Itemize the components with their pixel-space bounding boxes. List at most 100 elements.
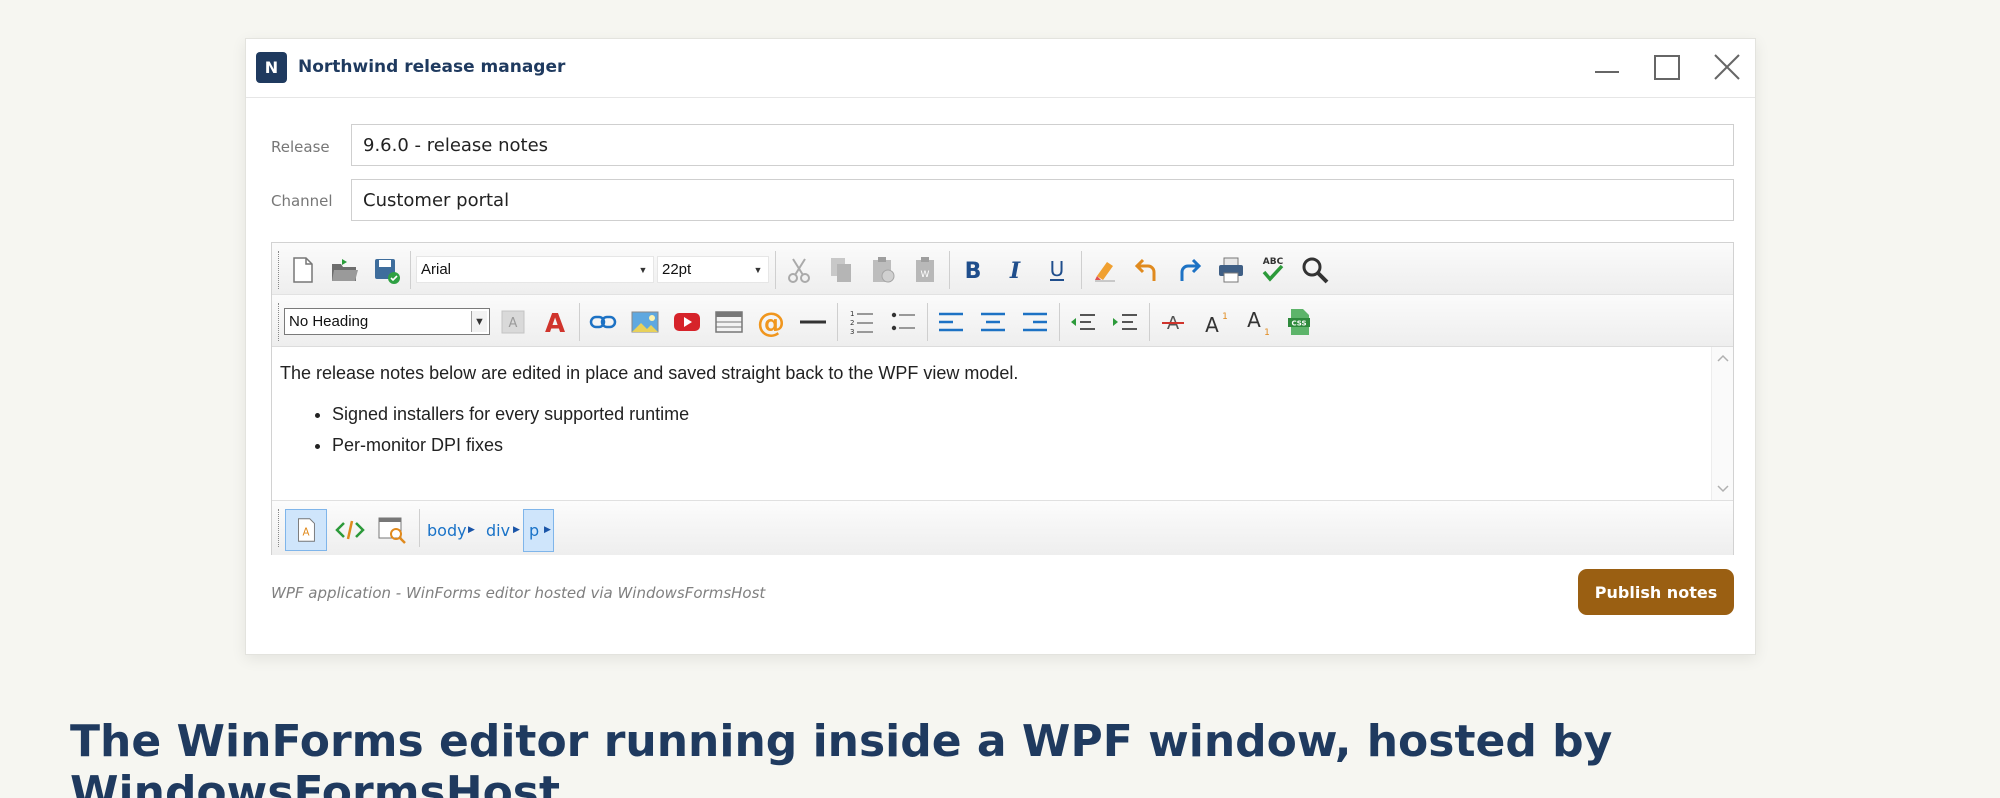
list-item: Per-monitor DPI fixes — [332, 435, 1705, 456]
italic-button[interactable]: I — [997, 253, 1033, 287]
breadcrumb-div[interactable]: div — [486, 521, 510, 540]
align-left-icon[interactable] — [933, 305, 969, 339]
toolbar-row-1: Arial ▼ 22pt ▼ W B I U ABC — [272, 243, 1733, 295]
scroll-up-icon[interactable] — [1715, 351, 1731, 367]
preview-mode-icon — [378, 517, 406, 544]
horizontal-rule-icon[interactable] — [795, 305, 831, 339]
strikethrough-icon[interactable]: A — [1155, 305, 1191, 339]
svg-text:A: A — [1247, 308, 1261, 332]
release-label: Release — [271, 138, 330, 156]
svg-text:1: 1 — [850, 310, 854, 318]
print-icon[interactable] — [1213, 253, 1249, 287]
heading-value: No Heading — [289, 313, 369, 330]
editor-content[interactable]: The release notes below are edited in pl… — [272, 347, 1713, 500]
underline-icon: U — [1050, 257, 1065, 281]
channel-label: Channel — [271, 192, 333, 210]
bold-icon: B — [965, 259, 982, 284]
title-bar[interactable]: N Northwind release manager — [246, 39, 1755, 98]
breadcrumb-p[interactable]: p — [529, 521, 539, 540]
svg-text:2: 2 — [850, 319, 854, 327]
open-folder-icon[interactable] — [326, 253, 362, 287]
align-center-icon[interactable] — [975, 305, 1011, 339]
toolbar-grip[interactable] — [278, 303, 281, 341]
svg-text:A: A — [302, 527, 309, 539]
app-window: N Northwind release manager Release 9.6.… — [245, 38, 1756, 655]
code-mode-icon — [335, 520, 365, 540]
find-icon[interactable] — [1297, 253, 1333, 287]
spell-check-icon[interactable]: ABC — [1255, 253, 1291, 287]
svg-text:1: 1 — [1222, 312, 1228, 322]
svg-text:3: 3 — [850, 328, 854, 336]
paste-from-word-icon[interactable]: W — [907, 253, 943, 287]
font-size-value: 22pt — [662, 261, 692, 278]
svg-text:A: A — [509, 316, 518, 331]
font-name-select[interactable]: Arial ▼ — [416, 256, 654, 283]
redo-icon[interactable] — [1171, 253, 1207, 287]
breadcrumb-body[interactable]: body — [427, 521, 467, 540]
svg-text:W: W — [921, 270, 930, 280]
window-title: Northwind release manager — [298, 57, 566, 77]
document-intro: The release notes below are edited in pl… — [280, 363, 1019, 383]
bullet-list-icon[interactable] — [885, 305, 921, 339]
subscript-icon[interactable]: A1 — [1239, 305, 1275, 339]
table-icon[interactable] — [711, 305, 747, 339]
chevron-down-icon[interactable]: ▼ — [471, 311, 487, 332]
design-mode-button[interactable]: A — [285, 509, 327, 551]
svg-text:A: A — [545, 309, 565, 338]
chevron-down-icon[interactable]: ▼ — [750, 259, 766, 280]
chevron-down-icon[interactable]: ▼ — [635, 259, 651, 280]
font-color-icon[interactable]: A — [537, 305, 573, 339]
breadcrumb-arrow-icon: ▶ — [544, 525, 551, 535]
vertical-scrollbar[interactable] — [1711, 347, 1733, 500]
save-icon[interactable] — [368, 253, 404, 287]
list-item: Signed installers for every supported ru… — [332, 404, 1705, 425]
ordered-list-icon[interactable]: 123 — [843, 305, 879, 339]
font-size-select[interactable]: 22pt ▼ — [657, 256, 769, 283]
footer-note: WPF application - WinForms editor hosted… — [271, 584, 766, 602]
channel-input[interactable]: Customer portal — [351, 179, 1734, 221]
italic-icon: I — [1009, 258, 1021, 284]
publish-notes-button[interactable]: Publish notes — [1578, 569, 1734, 615]
bold-button[interactable]: B — [955, 253, 991, 287]
youtube-icon[interactable] — [669, 305, 705, 339]
breadcrumb-arrow-icon: ▶ — [513, 525, 520, 535]
toolbar-grip[interactable] — [278, 251, 281, 289]
document-bullet-list: Signed installers for every supported ru… — [332, 404, 1705, 456]
close-button[interactable] — [1704, 47, 1748, 87]
minimize-button[interactable] — [1584, 47, 1628, 87]
paste-icon[interactable] — [865, 253, 901, 287]
html-editor: Arial ▼ 22pt ▼ W B I U ABC No Heading ▼ … — [271, 242, 1734, 555]
figure-caption: The WinForms editor running inside a WPF… — [70, 716, 1613, 798]
css-icon[interactable]: CSS — [1281, 305, 1317, 339]
release-input[interactable]: 9.6.0 - release notes — [351, 124, 1734, 166]
breadcrumb-arrow-icon: ▶ — [468, 525, 475, 535]
undo-icon[interactable] — [1129, 253, 1165, 287]
superscript-icon[interactable]: A1 — [1197, 305, 1233, 339]
svg-text:@: @ — [757, 306, 785, 338]
toolbar-row-2: No Heading ▼ A A @ 1 2 3 A A 1 A 1 CSS — [272, 295, 1733, 347]
highlight-color-icon[interactable]: A — [495, 305, 531, 339]
svg-text:CSS: CSS — [1291, 320, 1306, 328]
link-icon[interactable] — [585, 305, 621, 339]
toolbar-grip[interactable] — [278, 509, 281, 547]
app-logo-icon: N — [256, 52, 287, 83]
design-mode-icon: A — [298, 518, 315, 542]
maximize-button[interactable] — [1644, 47, 1688, 87]
outdent-icon[interactable] — [1065, 305, 1101, 339]
heading-select[interactable]: No Heading ▼ — [284, 308, 490, 335]
cut-icon[interactable] — [781, 253, 817, 287]
code-mode-button[interactable] — [329, 509, 371, 551]
indent-icon[interactable] — [1107, 305, 1143, 339]
clear-format-icon[interactable] — [1087, 253, 1123, 287]
svg-text:A: A — [1205, 313, 1219, 337]
image-icon[interactable] — [627, 305, 663, 339]
new-document-icon[interactable] — [284, 253, 320, 287]
underline-button[interactable]: U — [1039, 253, 1075, 287]
scroll-down-icon[interactable] — [1715, 480, 1731, 496]
preview-mode-button[interactable] — [371, 509, 413, 551]
svg-text:1: 1 — [1264, 328, 1270, 338]
copy-icon[interactable] — [823, 253, 859, 287]
email-icon[interactable]: @ — [753, 305, 789, 339]
font-name-value: Arial — [421, 261, 452, 278]
align-right-icon[interactable] — [1017, 305, 1053, 339]
